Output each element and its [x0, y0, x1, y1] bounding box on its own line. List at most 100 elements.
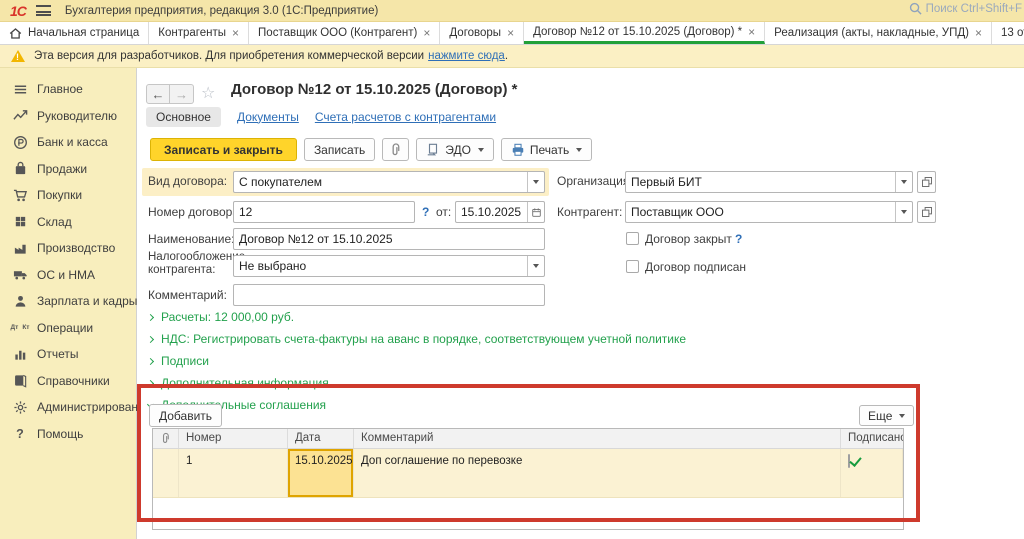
- sidebar-item-prodazhi[interactable]: Продажи: [0, 156, 136, 183]
- global-search[interactable]: Поиск Ctrl+Shift+F: [909, 2, 1022, 15]
- tab-scheta-raschetov[interactable]: Счета расчетов с контрагентами: [315, 110, 496, 124]
- sidebar-item-spravochniki[interactable]: Справочники: [0, 368, 136, 395]
- close-icon[interactable]: [507, 28, 514, 38]
- dogovor-date-input[interactable]: 15.10.2025: [455, 201, 545, 223]
- sidebar-item-otchety[interactable]: Отчеты: [0, 341, 136, 368]
- tab-label: Контрагенты: [158, 27, 226, 39]
- sidebar-item-os-nma[interactable]: ОС и НМА: [0, 262, 136, 289]
- naimenovanie-input[interactable]: Договор №12 от 15.10.2025: [233, 228, 545, 250]
- dev-version-warning: Эта версия для разработчиков. Для приобр…: [0, 45, 1024, 68]
- tab-dokumenty[interactable]: Документы: [237, 110, 299, 124]
- tab-label: Реализация (акты, накладные, УПД): [774, 27, 969, 39]
- section-raschety[interactable]: Расчеты: 12 000,00 руб.: [148, 310, 294, 324]
- zakryt-help-icon[interactable]: ?: [735, 232, 742, 246]
- dropdown-button[interactable]: [527, 172, 544, 192]
- agreement-row[interactable]: 1 15.10.2025 Доп соглашение по перевозке: [153, 449, 903, 498]
- organizaciya-open-button[interactable]: [917, 171, 936, 193]
- nalogooblozhenie-select[interactable]: Не выбрано: [233, 255, 545, 277]
- more-button[interactable]: Еще: [859, 405, 914, 426]
- comment-cell[interactable]: Доп соглашение по перевозке: [354, 449, 841, 497]
- date-cell[interactable]: 15.10.2025: [288, 449, 354, 497]
- edo-button[interactable]: ЭДО: [416, 138, 494, 161]
- section-nds[interactable]: НДС: Регистрировать счета-фактуры на ава…: [148, 332, 686, 346]
- nomer-help-icon[interactable]: ?: [422, 205, 429, 219]
- close-icon[interactable]: [975, 28, 982, 38]
- sidebar-item-label: Администрирование: [37, 400, 151, 414]
- close-icon[interactable]: [748, 27, 755, 37]
- back-button[interactable]: ←: [146, 84, 170, 104]
- dogovor-zakryt-checkbox[interactable]: [626, 232, 639, 245]
- close-icon[interactable]: [423, 28, 430, 38]
- section-label: НДС: Регистрировать счета-фактуры на ава…: [161, 332, 686, 346]
- vid-dogovora-select[interactable]: С покупателем: [233, 171, 545, 193]
- calendar-button[interactable]: [527, 202, 544, 222]
- close-icon[interactable]: [232, 28, 239, 38]
- sidebar-item-pokupki[interactable]: Покупки: [0, 182, 136, 209]
- column-header-podpisano[interactable]: Подписано: [841, 429, 903, 448]
- main-menu-icon[interactable]: [36, 5, 51, 16]
- signed-cell[interactable]: [841, 449, 903, 497]
- form-toolbar: Записать и закрыть Записать ЭДО Печать: [150, 138, 592, 161]
- button-label: Записать и закрыть: [164, 143, 283, 157]
- save-button[interactable]: Записать: [304, 138, 375, 161]
- dropdown-button[interactable]: [895, 172, 912, 192]
- column-header-data[interactable]: Дата: [288, 429, 354, 448]
- buy-commercial-link[interactable]: нажмите сюда: [428, 50, 505, 62]
- tab-dogovory[interactable]: Договоры: [440, 22, 524, 44]
- chevron-down-icon: [478, 148, 484, 152]
- selected-cell[interactable]: 15.10.2025: [288, 449, 353, 497]
- attachments-button[interactable]: [382, 138, 409, 161]
- dropdown-button[interactable]: [527, 256, 544, 276]
- chevron-right-icon: [147, 358, 154, 365]
- tab-postavshchik[interactable]: Поставщик ООО (Контрагент): [249, 22, 440, 44]
- warning-text: Эта версия для разработчиков. Для приобр…: [34, 50, 424, 62]
- organizaciya-select[interactable]: Первый БИТ: [625, 171, 913, 193]
- warning-suffix: .: [505, 50, 508, 62]
- save-and-close-button[interactable]: Записать и закрыть: [150, 138, 297, 161]
- tab-13[interactable]: 13 от 15.10.2025 (Договор): [992, 22, 1024, 44]
- date-prefix-label: от:: [436, 205, 451, 219]
- open-link-icon: [921, 206, 933, 218]
- section-dop-informaciya[interactable]: Дополнительная информация: [148, 376, 329, 390]
- sidebar-item-proizvodstvo[interactable]: Производство: [0, 235, 136, 262]
- nomer-dogovora-input[interactable]: 12: [233, 201, 415, 223]
- button-label: Печать: [530, 143, 569, 157]
- tab-kontragenty[interactable]: Контрагенты: [149, 22, 249, 44]
- sidebar-item-bank-kassa[interactable]: Банк и касса: [0, 129, 136, 156]
- dropdown-button[interactable]: [895, 202, 912, 222]
- sidebar-item-pomoshch[interactable]: ?Помощь: [0, 421, 136, 448]
- paperclip-icon: [389, 143, 402, 157]
- sidebar-item-zarplata-kadry[interactable]: Зарплата и кадры: [0, 288, 136, 315]
- attachment-cell[interactable]: [153, 449, 179, 497]
- kontragent-select[interactable]: Поставщик ООО: [625, 201, 913, 223]
- forward-button[interactable]: →: [170, 84, 194, 104]
- sidebar-item-operacii[interactable]: Операции: [0, 315, 136, 342]
- tab-realizaciya[interactable]: Реализация (акты, накладные, УПД): [765, 22, 992, 44]
- sidebar-item-glavnoe[interactable]: Главное: [0, 76, 136, 103]
- number-cell[interactable]: 1: [179, 449, 288, 497]
- chevron-right-icon: [147, 380, 154, 387]
- kontragent-open-button[interactable]: [917, 201, 936, 223]
- agreements-table-header: Номер Дата Комментарий Подписано: [153, 429, 903, 449]
- tab-osnovnoe[interactable]: Основное: [146, 107, 221, 127]
- column-header-kommentariy[interactable]: Комментарий: [354, 429, 841, 448]
- column-header-nomer[interactable]: Номер: [179, 429, 288, 448]
- add-agreement-button[interactable]: Добавить: [149, 404, 222, 427]
- sidebar-item-label: Производство: [37, 241, 115, 255]
- person-icon: [12, 293, 28, 309]
- sidebar-item-rukovoditelyu[interactable]: Руководителю: [0, 103, 136, 130]
- sidebar-item-administrirovanie[interactable]: Администрирование: [0, 394, 136, 421]
- bar-chart-icon: [12, 346, 28, 362]
- app-title: Бухгалтерия предприятия, редакция 3.0 (1…: [65, 5, 378, 17]
- tab-home[interactable]: Начальная страница: [0, 22, 149, 44]
- tab-dogovor-12-active[interactable]: Договор №12 от 15.10.2025 (Договор) *: [524, 22, 765, 44]
- dogovor-podpisan-checkbox[interactable]: [626, 260, 639, 273]
- favorite-star-icon[interactable]: ☆: [201, 83, 215, 103]
- print-button[interactable]: Печать: [501, 138, 592, 161]
- sidebar-item-label: Отчеты: [37, 347, 78, 361]
- kommentariy-input[interactable]: [233, 284, 545, 306]
- section-podpisi[interactable]: Подписи: [148, 354, 209, 368]
- sidebar-item-sklad[interactable]: Склад: [0, 209, 136, 236]
- attachment-column-header[interactable]: [153, 429, 179, 448]
- signed-checkbox[interactable]: [848, 454, 850, 468]
